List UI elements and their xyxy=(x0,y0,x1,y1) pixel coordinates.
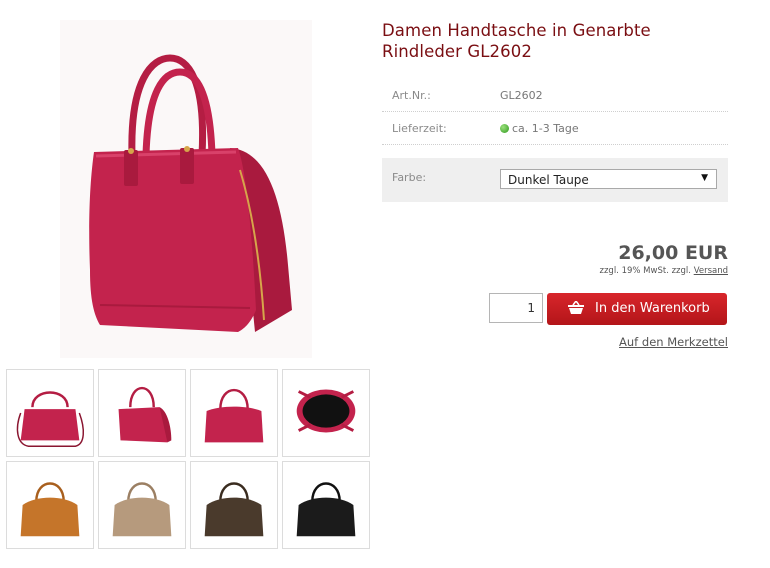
thumbnail-black[interactable] xyxy=(282,461,370,549)
thumbnail-pink-open[interactable] xyxy=(282,369,370,457)
tax-note: zzgl. 19% MwSt. zzgl. Versand xyxy=(600,266,729,276)
add-to-cart-label: In den Warenkorb xyxy=(595,301,710,316)
product-title-line-1: Damen Handtasche in Genarbte xyxy=(382,21,651,40)
thumbnail-pink-front[interactable] xyxy=(190,369,278,457)
article-number-row: Art.Nr.: GL2602 xyxy=(382,79,728,112)
product-details: Damen Handtasche in Genarbte Rindleder G… xyxy=(382,20,728,349)
article-number-value: GL2602 xyxy=(500,89,543,102)
main-product-image[interactable] xyxy=(60,20,312,358)
quantity-input[interactable]: 1 xyxy=(489,293,543,323)
color-option-box: Farbe: Dunkel Taupe ▼ xyxy=(382,158,728,202)
thumbnail-pink-strap[interactable] xyxy=(6,369,94,457)
delivery-time-value: ca. 1-3 Tage xyxy=(512,122,579,135)
handbag-illustration xyxy=(89,54,292,332)
chevron-down-icon: ▼ xyxy=(701,173,708,183)
tax-text: zzgl. 19% MwSt. zzgl. xyxy=(599,266,694,276)
article-number-label: Art.Nr.: xyxy=(392,89,431,102)
thumbnail-cognac[interactable] xyxy=(6,461,94,549)
color-select-value: Dunkel Taupe xyxy=(508,173,589,187)
thumbnail-pink-side[interactable] xyxy=(98,369,186,457)
color-label: Farbe: xyxy=(392,171,427,184)
product-title-line-2: Rindleder GL2602 xyxy=(382,42,532,61)
shipping-link[interactable]: Versand xyxy=(694,266,728,276)
delivery-time-row: Lieferzeit: ca. 1-3 Tage xyxy=(382,112,728,145)
thumbnail-taupe[interactable] xyxy=(98,461,186,549)
shopping-basket-icon xyxy=(568,301,584,314)
product-title: Damen Handtasche in Genarbte Rindleder G… xyxy=(382,20,728,62)
thumbnail-dark-brown[interactable] xyxy=(190,461,278,549)
product-price: 26,00 EUR xyxy=(618,242,728,264)
wishlist-link[interactable]: Auf den Merkzettel xyxy=(619,335,728,349)
add-to-cart-button[interactable]: In den Warenkorb xyxy=(547,293,727,325)
color-select[interactable]: Dunkel Taupe ▼ xyxy=(500,169,717,189)
status-green-dot-icon xyxy=(500,124,509,133)
delivery-time-label: Lieferzeit: xyxy=(392,122,447,135)
